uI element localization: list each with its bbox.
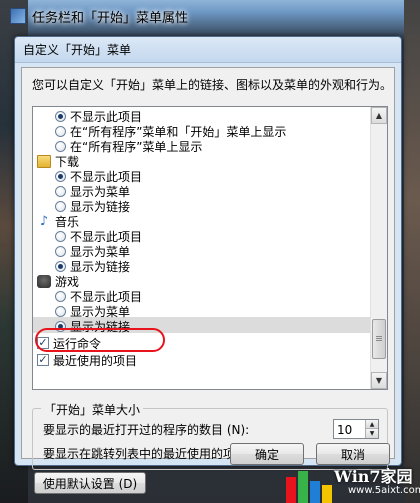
stepper-buttons: ▲ ▼ (365, 420, 378, 438)
category-music: ♪ 音乐 (37, 213, 79, 229)
list-item[interactable]: 显示为菜单 (55, 244, 130, 259)
option-label: 运行命令 (53, 336, 102, 351)
watermark-site: www.5aixt.com (348, 485, 420, 496)
recent-programs-stepper[interactable]: 10 ▲ ▼ (333, 419, 379, 439)
list-item[interactable]: 显示为链接 (55, 319, 131, 334)
list-item[interactable]: 不显示此项目 (55, 229, 142, 244)
list-item[interactable]: 在“所有程序”菜单和「开始」菜单上显示 (55, 124, 286, 139)
radio-button[interactable] (55, 170, 66, 182)
dialog-titlebar: 自定义「开始」菜单 (15, 37, 401, 63)
list-item[interactable]: 在“所有程序”菜单上显示 (55, 139, 203, 154)
radio-button[interactable] (55, 290, 66, 302)
radio-button[interactable] (55, 110, 66, 122)
game-icon (37, 274, 51, 288)
list-item[interactable]: 不显示此项目 (55, 169, 142, 184)
list-item[interactable]: 不显示此项目 (55, 289, 142, 304)
outer-window: 任务栏和「开始」菜单属性 自定义「开始」菜单 您可以自定义「开始」菜单上的链接、… (0, 0, 420, 503)
stepper-down-icon[interactable]: ▼ (365, 429, 378, 438)
radio-button[interactable] (55, 200, 66, 212)
customize-start-menu-dialog: 自定义「开始」菜单 您可以自定义「开始」菜单上的链接、图标以及菜单的外观和行为。… (14, 36, 402, 494)
radio-button[interactable] (55, 320, 66, 332)
outer-window-title: 任务栏和「开始」菜单属性 (32, 10, 189, 26)
checkbox[interactable]: ✓ (37, 337, 49, 349)
radio-button[interactable] (55, 125, 66, 137)
list-item[interactable]: 显示为链接 (55, 199, 130, 214)
music-icon: ♪ (39, 213, 49, 229)
watermark-brand: Win7家园 (334, 467, 413, 486)
list-item[interactable]: ✓ 运行命令 (37, 336, 102, 351)
scroll-thumb[interactable] (372, 319, 386, 359)
dialog-title: 自定义「开始」菜单 (23, 43, 132, 57)
radio-button[interactable] (55, 230, 66, 242)
start-menu-options-list[interactable]: 不显示此项目 在“所有程序”菜单和「开始」菜单上显示 在“所有程序”菜单上显示 … (32, 106, 388, 390)
list-item[interactable]: 显示为菜单 (55, 184, 130, 199)
radio-button[interactable] (55, 140, 66, 152)
radio-button[interactable] (55, 305, 66, 317)
scroll-up-button[interactable]: ▲ (371, 107, 387, 124)
outer-window-titlebar: 任务栏和「开始」菜单属性 (10, 5, 188, 27)
category-games: 游戏 (37, 274, 79, 289)
list-item[interactable]: 显示为链接 (55, 259, 130, 274)
list-item[interactable]: ✓ 最近使用的项目 (37, 353, 138, 368)
list-item[interactable]: 显示为菜单 (55, 304, 130, 319)
radio-button[interactable] (55, 245, 66, 257)
checkbox[interactable]: ✓ (37, 354, 49, 366)
option-label: 最近使用的项目 (53, 353, 138, 368)
desktop-background-right (404, 0, 420, 503)
windows-logo-icon (286, 463, 338, 503)
dialog-description: 您可以自定义「开始」菜单上的链接、图标以及菜单的外观和行为。 (32, 78, 393, 92)
folder-icon (37, 154, 51, 168)
use-default-settings-button[interactable]: 使用默认设置 (D) (34, 472, 146, 494)
group-legend: 「开始」菜单大小 (41, 401, 144, 418)
radio-button[interactable] (55, 260, 66, 272)
option-label: 显示为链接 (70, 319, 131, 334)
stepper-up-icon[interactable]: ▲ (365, 420, 378, 429)
recent-programs-label: 要显示的最近打开过的程序的数目 (N): (43, 422, 250, 437)
list-scrollbar[interactable]: ▲ ▼ (370, 107, 387, 389)
scroll-down-button[interactable]: ▼ (371, 372, 387, 389)
dialog-body: 您可以自定义「开始」菜单上的链接、图标以及菜单的外观和行为。 不显示此项目 在“… (21, 67, 395, 494)
watermark-logo: Win7家园 www.5aixt.com (286, 461, 420, 503)
recent-programs-value[interactable]: 10 (337, 423, 352, 437)
radio-button[interactable] (55, 185, 66, 197)
option-label: 在“所有程序”菜单上显示 (70, 139, 203, 154)
category-downloads: 下载 (37, 154, 79, 169)
list-item[interactable]: 不显示此项目 (55, 109, 142, 124)
options-list-content: 不显示此项目 在“所有程序”菜单和「开始」菜单上显示 在“所有程序”菜单上显示 … (33, 107, 372, 389)
recent-programs-row: 要显示的最近打开过的程序的数目 (N): (43, 419, 249, 439)
taskbar-properties-icon (10, 8, 26, 24)
